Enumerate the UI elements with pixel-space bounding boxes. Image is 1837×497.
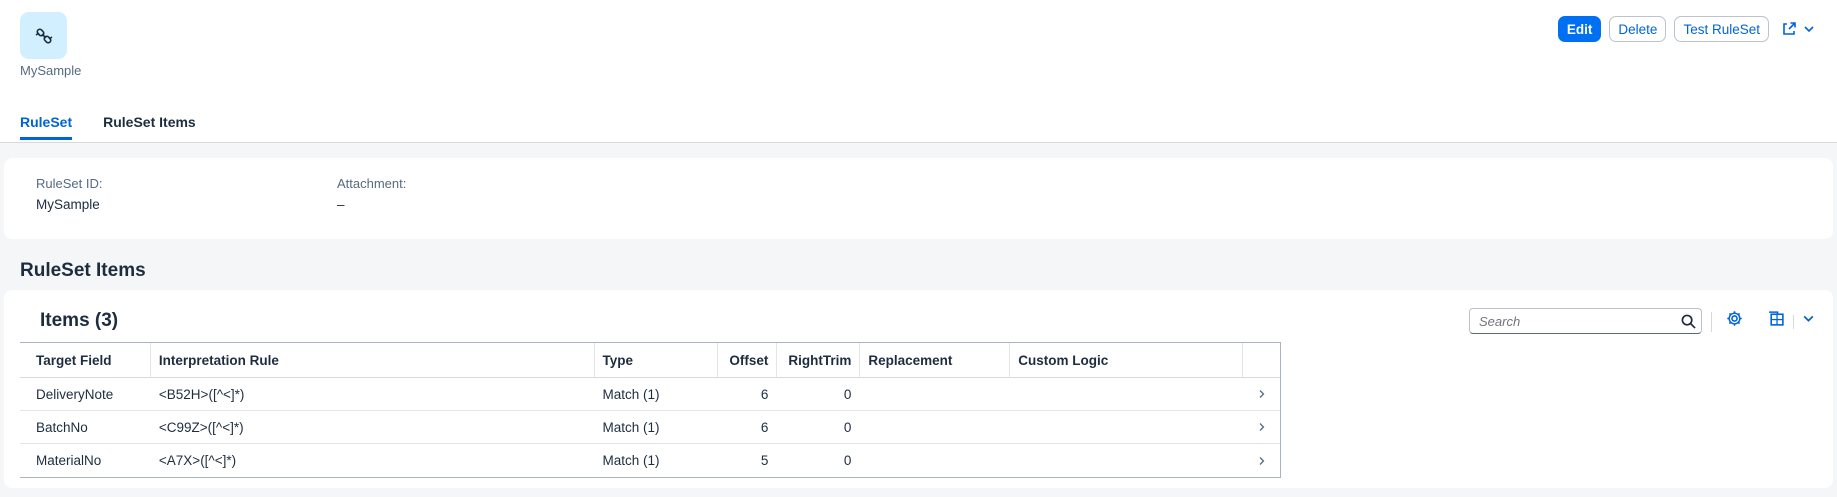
table-row[interactable]: BatchNo <C99Z>([^<]*) Match (1) 6 0 xyxy=(20,411,1280,444)
row-navigate-button[interactable] xyxy=(1243,444,1280,477)
column-header-type[interactable]: Type xyxy=(595,343,719,377)
header-actions: Edit Delete Test RuleSet xyxy=(1557,16,1819,42)
chevron-down-icon xyxy=(1803,315,1814,322)
column-header-interpretation-rule[interactable]: Interpretation Rule xyxy=(151,343,595,377)
column-header-target-field[interactable]: Target Field xyxy=(20,343,151,377)
cell-target-field: DeliveryNote xyxy=(36,386,114,402)
ruleset-id-label: RuleSet ID: xyxy=(36,176,103,191)
cell-target-field: MaterialNo xyxy=(36,453,102,468)
cell-righttrim: 0 xyxy=(843,453,852,468)
column-header-navigation xyxy=(1243,343,1280,377)
export-menu-button[interactable] xyxy=(1802,312,1815,330)
cell-interpretation-rule: <A7X>([^<]*) xyxy=(158,453,237,468)
table-header-row: Target Field Interpretation Rule Type Of… xyxy=(20,343,1280,378)
row-navigate-button[interactable] xyxy=(1243,378,1280,410)
edit-button[interactable]: Edit xyxy=(1557,16,1602,42)
attachment-value: – xyxy=(337,197,345,212)
chevron-right-icon xyxy=(1259,456,1264,465)
column-header-custom-logic[interactable]: Custom Logic xyxy=(1010,343,1244,377)
search-input[interactable] xyxy=(1479,313,1675,329)
cell-interpretation-rule: <C99Z>([^<]*) xyxy=(158,419,244,435)
cell-type: Match (1) xyxy=(602,419,660,435)
attachment-label: Attachment: xyxy=(337,176,407,191)
cell-custom-logic xyxy=(1010,378,1243,410)
ruleset-form-panel: RuleSet ID: MySample Attachment: – xyxy=(4,158,1833,239)
row-navigate-button[interactable] xyxy=(1243,411,1280,443)
cell-offset: 6 xyxy=(760,419,769,435)
export-spreadsheet-icon xyxy=(1769,311,1784,326)
gear-icon xyxy=(1727,311,1742,326)
cell-custom-logic xyxy=(1010,444,1243,477)
column-header-replacement[interactable]: Replacement xyxy=(860,343,1011,377)
attachment-field: Attachment: – xyxy=(337,176,406,212)
chevron-right-icon xyxy=(1259,423,1264,431)
cell-replacement xyxy=(860,444,1010,477)
cell-offset: 5 xyxy=(760,453,769,468)
delete-button[interactable]: Delete xyxy=(1609,16,1667,42)
column-header-offset[interactable]: Offset xyxy=(718,343,778,377)
cell-righttrim: 0 xyxy=(843,419,852,435)
ruleset-id-value: MySample xyxy=(36,197,100,212)
items-table: Target Field Interpretation Rule Type Of… xyxy=(20,342,1281,478)
items-table-panel: Items (3) Target F xyxy=(4,290,1833,488)
tab-ruleset-items[interactable]: RuleSet Items xyxy=(103,114,196,140)
cell-interpretation-rule: <B52H>([^<]*) xyxy=(158,386,245,402)
tab-bar: RuleSet RuleSet Items xyxy=(20,114,227,140)
toolbar-separator xyxy=(1793,315,1794,329)
cell-replacement xyxy=(860,378,1010,410)
share-icon xyxy=(1783,22,1796,35)
cell-righttrim: 0 xyxy=(843,386,852,402)
test-ruleset-button[interactable]: Test RuleSet xyxy=(1674,16,1769,42)
tab-ruleset[interactable]: RuleSet xyxy=(20,114,73,140)
share-menu-button[interactable] xyxy=(1777,16,1819,42)
chevron-right-icon xyxy=(1259,390,1264,398)
toolbar-separator xyxy=(1711,312,1712,332)
chevron-down-icon xyxy=(1804,26,1814,33)
table-search[interactable] xyxy=(1469,308,1702,334)
chain-link-icon xyxy=(35,27,52,44)
app-name: MySample xyxy=(20,63,82,78)
section-title: RuleSet Items xyxy=(20,260,146,281)
export-button[interactable] xyxy=(1768,310,1785,332)
table-title: Items (3) xyxy=(40,310,119,331)
column-header-righttrim[interactable]: RightTrim xyxy=(777,343,861,377)
cell-target-field: BatchNo xyxy=(36,419,88,435)
table-row[interactable]: MaterialNo <A7X>([^<]*) Match (1) 5 0 xyxy=(20,444,1280,477)
object-page-header: MySample Edit Delete Test RuleSet RuleSe… xyxy=(0,0,1837,143)
cell-custom-logic xyxy=(1010,411,1243,443)
app-avatar xyxy=(20,12,67,59)
search-button[interactable] xyxy=(1675,314,1701,329)
cell-offset: 6 xyxy=(760,386,769,402)
cell-type: Match (1) xyxy=(602,453,660,468)
table-row[interactable]: DeliveryNote <B52H>([^<]*) Match (1) 6 0 xyxy=(20,378,1280,411)
cell-type: Match (1) xyxy=(602,386,660,402)
search-icon xyxy=(1681,314,1696,329)
table-settings-button[interactable] xyxy=(1726,310,1743,332)
ruleset-id-field: RuleSet ID: MySample xyxy=(36,176,102,212)
cell-replacement xyxy=(860,411,1010,443)
